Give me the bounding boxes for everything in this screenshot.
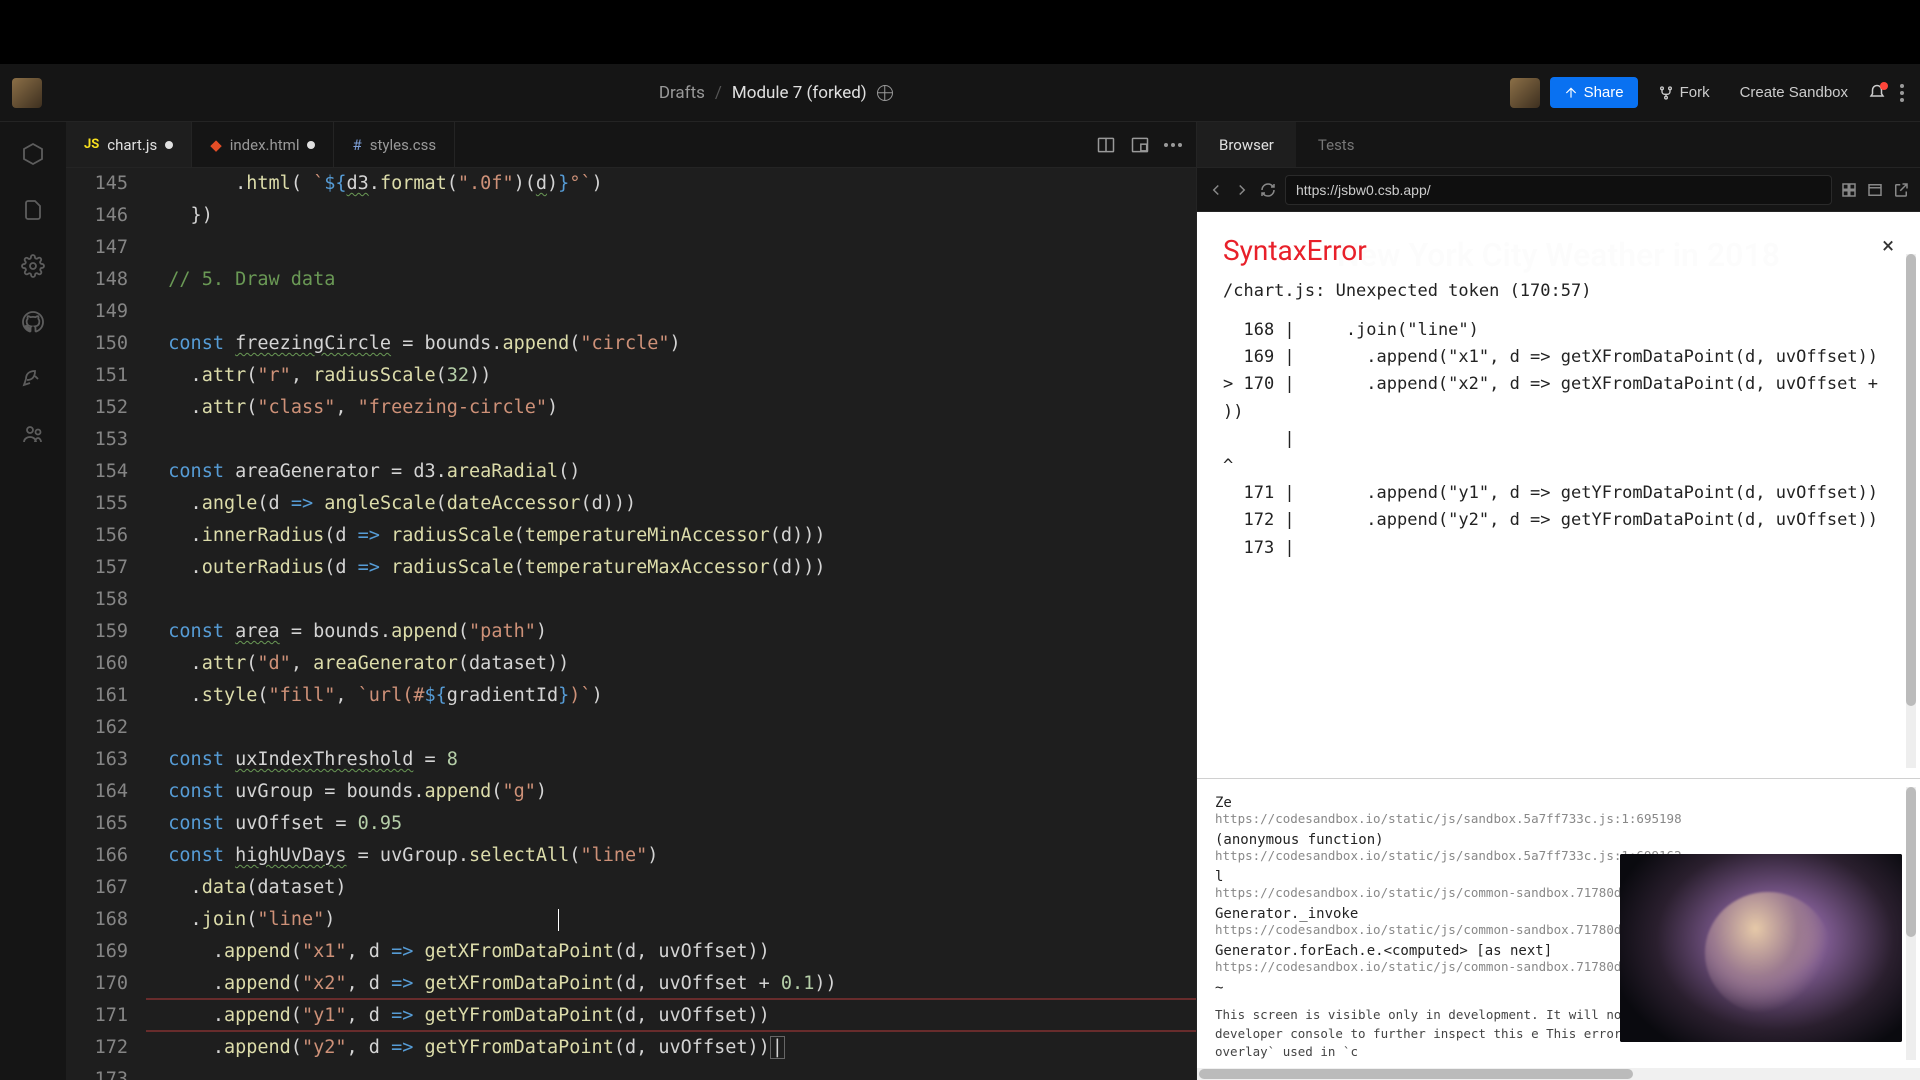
code-editor[interactable]: 1451461471481491501511521531541551561571… xyxy=(66,168,1196,1080)
user-avatar[interactable] xyxy=(1510,78,1540,108)
modified-dot xyxy=(165,141,173,149)
tab-browser[interactable]: Browser xyxy=(1197,122,1296,167)
breadcrumb-root[interactable]: Drafts xyxy=(659,83,705,103)
sandbox-info-icon[interactable] xyxy=(19,140,47,168)
address-bar-row xyxy=(1197,168,1920,212)
create-sandbox-button[interactable]: Create Sandbox xyxy=(1730,77,1858,108)
fork-icon xyxy=(1658,85,1674,101)
app-header: Drafts / Module 7 (forked) Share Fork Cr… xyxy=(0,64,1920,122)
tab-label: index.html xyxy=(230,136,300,154)
globe-icon[interactable] xyxy=(877,85,893,101)
error-location: /chart.js: Unexpected token (170:57) xyxy=(1223,281,1894,301)
breadcrumb-separator: / xyxy=(715,83,722,103)
html-icon: ◆ xyxy=(210,136,222,154)
error-scroll-thumb[interactable] xyxy=(1906,254,1916,706)
tab-index-html[interactable]: ◆ index.html xyxy=(192,122,334,167)
line-gutter: 1451461471481491501511521531541551561571… xyxy=(66,168,146,1080)
notifications-button[interactable] xyxy=(1868,84,1886,102)
address-input[interactable] xyxy=(1285,175,1832,205)
stack-frame-fn: Ze xyxy=(1215,795,1902,811)
settings-icon[interactable] xyxy=(19,252,47,280)
preview-popout-icon[interactable] xyxy=(1130,135,1150,155)
share-icon xyxy=(1564,86,1578,100)
tab-label: styles.css xyxy=(370,136,436,154)
create-label: Create Sandbox xyxy=(1740,84,1848,101)
webcam-feed xyxy=(1620,854,1902,1042)
share-label: Share xyxy=(1584,84,1624,101)
editor-tabs: JS chart.js ◆ index.html # styles.css xyxy=(66,122,1196,168)
tab-styles-css[interactable]: # styles.css xyxy=(334,122,455,167)
explorer-icon[interactable] xyxy=(19,196,47,224)
stack-frame-fn: (anonymous function) xyxy=(1215,832,1902,848)
error-codeframe: 168 | .join("line") 169 | .append("x1", … xyxy=(1223,317,1894,562)
nav-back-icon[interactable] xyxy=(1207,181,1225,199)
main-content: JS chart.js ◆ index.html # styles.css 14… xyxy=(0,122,1920,1080)
notification-dot xyxy=(1880,82,1888,90)
modified-dot xyxy=(307,141,315,149)
editor-area: JS chart.js ◆ index.html # styles.css 14… xyxy=(66,122,1196,1080)
stack-trace-pane: Zehttps://codesandbox.io/static/js/sandb… xyxy=(1197,778,1920,1068)
workspace-avatar[interactable] xyxy=(12,78,42,108)
more-menu-button[interactable] xyxy=(1896,80,1908,106)
live-icon[interactable] xyxy=(19,420,47,448)
github-icon[interactable] xyxy=(19,308,47,336)
breadcrumb: Drafts / Module 7 (forked) xyxy=(42,83,1510,103)
stack-scrollbar[interactable] xyxy=(1906,787,1916,1060)
open-external-icon[interactable] xyxy=(1892,181,1910,199)
horizontal-scrollbar[interactable] xyxy=(1197,1068,1920,1080)
open-window-icon[interactable] xyxy=(1866,181,1884,199)
error-title: SyntaxError xyxy=(1223,234,1367,267)
deploy-icon[interactable] xyxy=(19,364,47,392)
tab-tests[interactable]: Tests xyxy=(1296,122,1377,167)
letterbox-top xyxy=(0,0,1920,64)
error-scrollbar[interactable] xyxy=(1906,254,1916,768)
error-close-button[interactable]: × xyxy=(1882,234,1894,259)
breadcrumb-title[interactable]: Module 7 (forked) xyxy=(732,83,867,103)
right-pane: Browser Tests New York City Weather in 2… xyxy=(1196,122,1920,1080)
code-body[interactable]: .html( `${d3.format(".0f")(d)}°`) }) // … xyxy=(146,168,1196,1080)
layout-toggle-icon[interactable] xyxy=(1096,135,1116,155)
stack-scroll-thumb[interactable] xyxy=(1906,787,1916,937)
reload-icon[interactable] xyxy=(1259,181,1277,199)
share-button[interactable]: Share xyxy=(1550,77,1638,108)
nav-forward-icon[interactable] xyxy=(1233,181,1251,199)
js-icon: JS xyxy=(84,137,99,152)
toggle-structure-icon[interactable] xyxy=(1840,181,1858,199)
fork-button[interactable]: Fork xyxy=(1648,77,1720,108)
preview-tabs: Browser Tests xyxy=(1197,122,1920,168)
error-overlay: SyntaxError × /chart.js: Unexpected toke… xyxy=(1197,212,1920,778)
activity-bar xyxy=(0,122,66,1080)
tab-chart-js[interactable]: JS chart.js xyxy=(66,122,192,167)
editor-more-icon[interactable] xyxy=(1164,143,1182,147)
tab-label: chart.js xyxy=(107,136,157,154)
webcam-overlay[interactable] xyxy=(1620,854,1902,1042)
css-icon: # xyxy=(352,136,361,154)
fork-label: Fork xyxy=(1680,84,1710,101)
hscroll-thumb[interactable] xyxy=(1199,1069,1633,1079)
stack-frame-url: https://codesandbox.io/static/js/sandbox… xyxy=(1215,811,1902,826)
preview-wrap: New York City Weather in 2018 SyntaxErro… xyxy=(1197,212,1920,778)
